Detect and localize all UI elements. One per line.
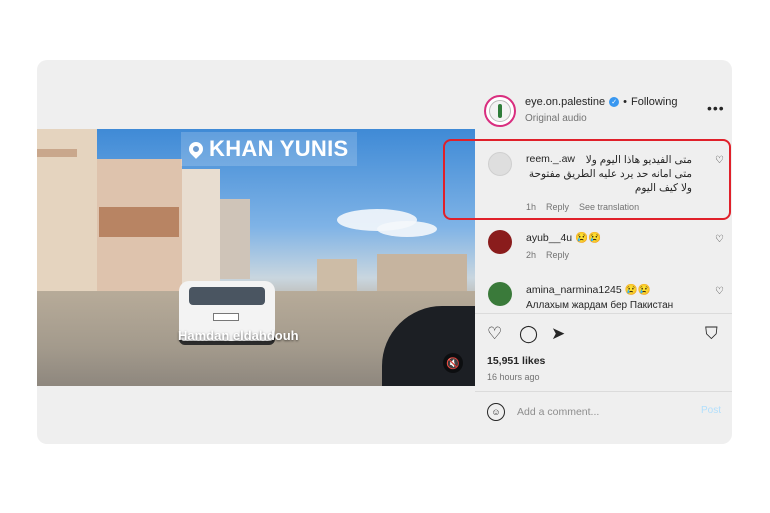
comment-item: amina_narmina1245 😢😢 ♡ Аллахым жардам бе… [475, 278, 732, 310]
post-time: 16 hours ago [487, 372, 540, 382]
commenter-avatar[interactable] [488, 282, 512, 306]
comment-item: ayub__4u 😢😢 ♡ 2h Reply [475, 226, 732, 270]
share-icon[interactable]: ➤ [551, 324, 565, 344]
building [182, 169, 220, 284]
reply-button[interactable]: Reply [546, 250, 569, 260]
comment-like-icon[interactable]: ♡ [715, 234, 724, 245]
comment-time: 2h [526, 250, 537, 260]
post-side-panel: eye.on.palestine ✓ • Following Original … [475, 60, 732, 444]
verified-badge-icon: ✓ [609, 97, 620, 107]
save-bookmark-icon[interactable]: ⛉ [705, 324, 718, 344]
post-header: eye.on.palestine ✓ • Following Original … [475, 88, 732, 134]
profile-image [489, 100, 511, 122]
comment-meta: 2h Reply [526, 250, 569, 260]
post-comment-button[interactable]: Post [701, 405, 721, 416]
car-window [189, 287, 265, 305]
comment-emojis: 😢😢 [624, 284, 651, 296]
building [220, 199, 250, 279]
cloud [377, 221, 437, 237]
post-actions: ♡ ◯ ➤ ⛉ 15,951 likes 16 hours ago [475, 313, 732, 393]
video-caption: Hamdan eldahdouh [178, 328, 299, 343]
more-options-icon[interactable]: ••• [707, 100, 725, 116]
author-username[interactable]: eye.on.palestine [525, 96, 605, 108]
comment-emojis: 😢😢 [575, 232, 602, 244]
location-pin-icon [186, 139, 206, 159]
location-tag-text: KHAN YUNIS [209, 136, 349, 161]
like-heart-icon[interactable]: ♡ [487, 324, 502, 344]
post-author: eye.on.palestine ✓ • Following [525, 96, 677, 108]
comment-username-row: amina_narmina1245 😢😢 [526, 283, 651, 296]
add-comment-input[interactable] [517, 403, 687, 421]
comment-username-row: ayub__4u 😢😢 [526, 231, 601, 244]
location-tag: KHAN YUNIS [181, 132, 357, 166]
separator-dot: • [623, 96, 627, 108]
likes-count[interactable]: 15,951 likes [487, 355, 545, 367]
comment-username[interactable]: ayub__4u [526, 232, 572, 244]
instagram-post-card: KHAN YUNIS Hamdan eldahdouh 🔇 eye.on.pal… [37, 60, 732, 444]
building-balcony [37, 149, 77, 157]
comment-text: Аллахым жардам бер Пакистан [526, 300, 674, 310]
emoji-picker-icon[interactable]: ☺ [487, 403, 505, 421]
commenter-avatar[interactable] [488, 230, 512, 254]
add-comment-row: ☺ Post [475, 391, 732, 433]
license-plate [213, 313, 239, 321]
following-button[interactable]: Following [631, 96, 677, 108]
avatar[interactable] [484, 95, 516, 127]
post-video[interactable]: KHAN YUNIS Hamdan eldahdouh 🔇 [37, 129, 475, 386]
audio-label[interactable]: Original audio [525, 113, 587, 124]
comment-like-icon[interactable]: ♡ [715, 286, 724, 297]
comment-username[interactable]: amina_narmina1245 [526, 284, 622, 296]
building-awning [99, 207, 179, 237]
comment-highlight-box [443, 139, 731, 220]
comment-icon[interactable]: ◯ [519, 324, 538, 344]
mute-icon[interactable]: 🔇 [443, 353, 463, 373]
